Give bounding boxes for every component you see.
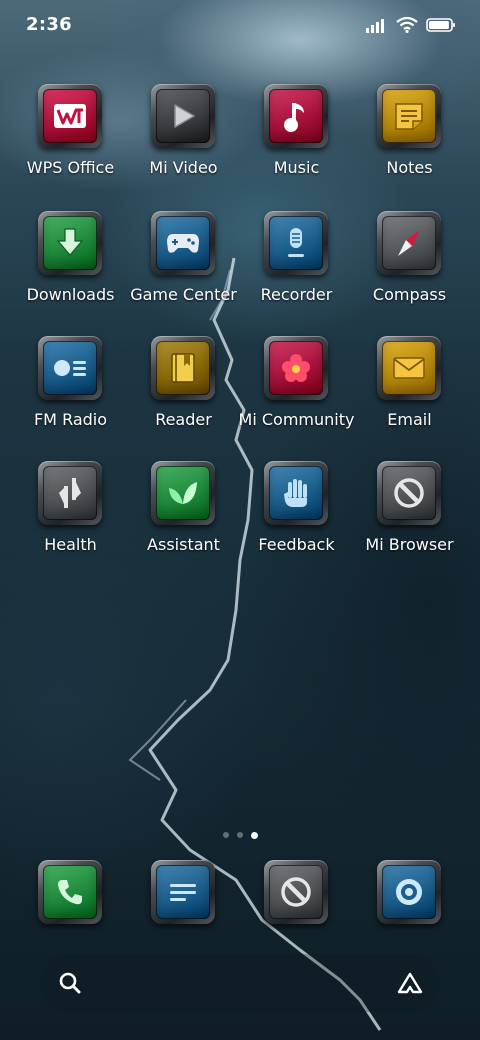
assistant-button[interactable] (394, 967, 426, 999)
app-label: Reader (155, 410, 212, 429)
app-reader[interactable]: Reader (127, 336, 240, 448)
app-label: Game Center (130, 285, 237, 304)
dock-camera[interactable] (353, 860, 466, 930)
app-assistant[interactable]: Assistant (127, 461, 240, 573)
app-tile (38, 461, 102, 525)
page-dot[interactable] (236, 832, 243, 838)
app-feedback[interactable]: Feedback (240, 461, 353, 573)
app-tile (151, 211, 215, 275)
battery-icon (426, 18, 455, 32)
messages-icon (170, 884, 196, 901)
search-icon (59, 972, 81, 994)
app-label: Recorder (260, 285, 333, 304)
leaf-icon (169, 482, 197, 504)
radio-icon (54, 360, 86, 376)
status-icons (366, 14, 456, 36)
app-tile (377, 461, 441, 525)
health-arrows-icon (59, 478, 81, 508)
page-dot[interactable] (222, 832, 229, 838)
search-button[interactable] (54, 967, 86, 999)
app-email[interactable]: Email (353, 336, 466, 448)
app-tile (264, 84, 328, 148)
app-tile (151, 336, 215, 400)
dock-browser[interactable] (240, 860, 353, 930)
camera-icon (396, 879, 422, 905)
app-downloads[interactable]: Downloads (14, 211, 127, 323)
download-icon (56, 228, 84, 256)
app-tile (264, 336, 328, 400)
app-tile (38, 860, 102, 924)
app-label: Downloads (26, 285, 115, 304)
status-bar: 2:36 (0, 0, 480, 52)
app-label: Mi Browser (365, 535, 454, 554)
hand-icon (284, 479, 307, 507)
browser-icon (281, 877, 311, 907)
app-health[interactable]: Health (14, 461, 127, 573)
notes-icon (395, 103, 423, 130)
app-fm-radio[interactable]: FM Radio (14, 336, 127, 448)
app-mi-video[interactable]: Mi Video (127, 84, 240, 196)
app-label: Email (387, 410, 432, 429)
app-tile (151, 84, 215, 148)
app-tile (377, 84, 441, 148)
signal-icon (366, 19, 384, 33)
music-note-icon (284, 103, 304, 132)
play-icon (174, 104, 195, 128)
dock (0, 860, 480, 930)
app-label: Music (273, 158, 320, 177)
app-recorder[interactable]: Recorder (240, 211, 353, 323)
wifi-icon (396, 17, 418, 33)
book-icon (171, 353, 195, 383)
app-label: Mi Video (149, 158, 218, 177)
search-bar[interactable] (40, 954, 440, 1012)
app-tile (264, 860, 328, 924)
app-tile (377, 336, 441, 400)
app-music[interactable]: Music (240, 84, 353, 196)
app-label: Assistant (147, 535, 220, 554)
dock-phone[interactable] (14, 860, 127, 930)
app-label: Mi Community (238, 410, 355, 429)
app-tile (264, 461, 328, 525)
app-tile (264, 211, 328, 275)
app-notes[interactable]: Notes (353, 84, 466, 196)
app-tile (38, 211, 102, 275)
compass-icon (398, 230, 420, 256)
app-tile (38, 336, 102, 400)
app-tile (377, 860, 441, 924)
status-time: 2:36 (26, 14, 72, 35)
app-tile (38, 84, 102, 148)
app-label: Health (44, 535, 97, 554)
app-wps-office[interactable]: WPS Office (14, 84, 127, 196)
phone-icon (58, 880, 82, 905)
app-mi-browser[interactable]: Mi Browser (353, 461, 466, 573)
flower-icon (282, 354, 310, 382)
page-dot-active[interactable] (250, 831, 258, 839)
app-label: FM Radio (33, 410, 108, 429)
app-label: Feedback (258, 535, 335, 554)
app-compass[interactable]: Compass (353, 211, 466, 323)
page-indicator (0, 830, 480, 840)
envelope-icon (393, 357, 425, 379)
dock-messages[interactable] (127, 860, 240, 930)
app-label: Notes (386, 158, 433, 177)
assistant-icon (397, 972, 423, 994)
app-tile (377, 211, 441, 275)
browser-icon (394, 478, 424, 508)
microphone-icon (288, 228, 304, 257)
app-tile (151, 461, 215, 525)
app-tile (151, 860, 215, 924)
app-label: Compass (372, 285, 447, 304)
gamepad-icon (167, 234, 199, 253)
app-game-center[interactable]: Game Center (127, 211, 240, 323)
app-mi-community[interactable]: Mi Community (239, 336, 354, 448)
wps-office-icon (54, 104, 86, 128)
app-label: WPS Office (26, 158, 115, 177)
